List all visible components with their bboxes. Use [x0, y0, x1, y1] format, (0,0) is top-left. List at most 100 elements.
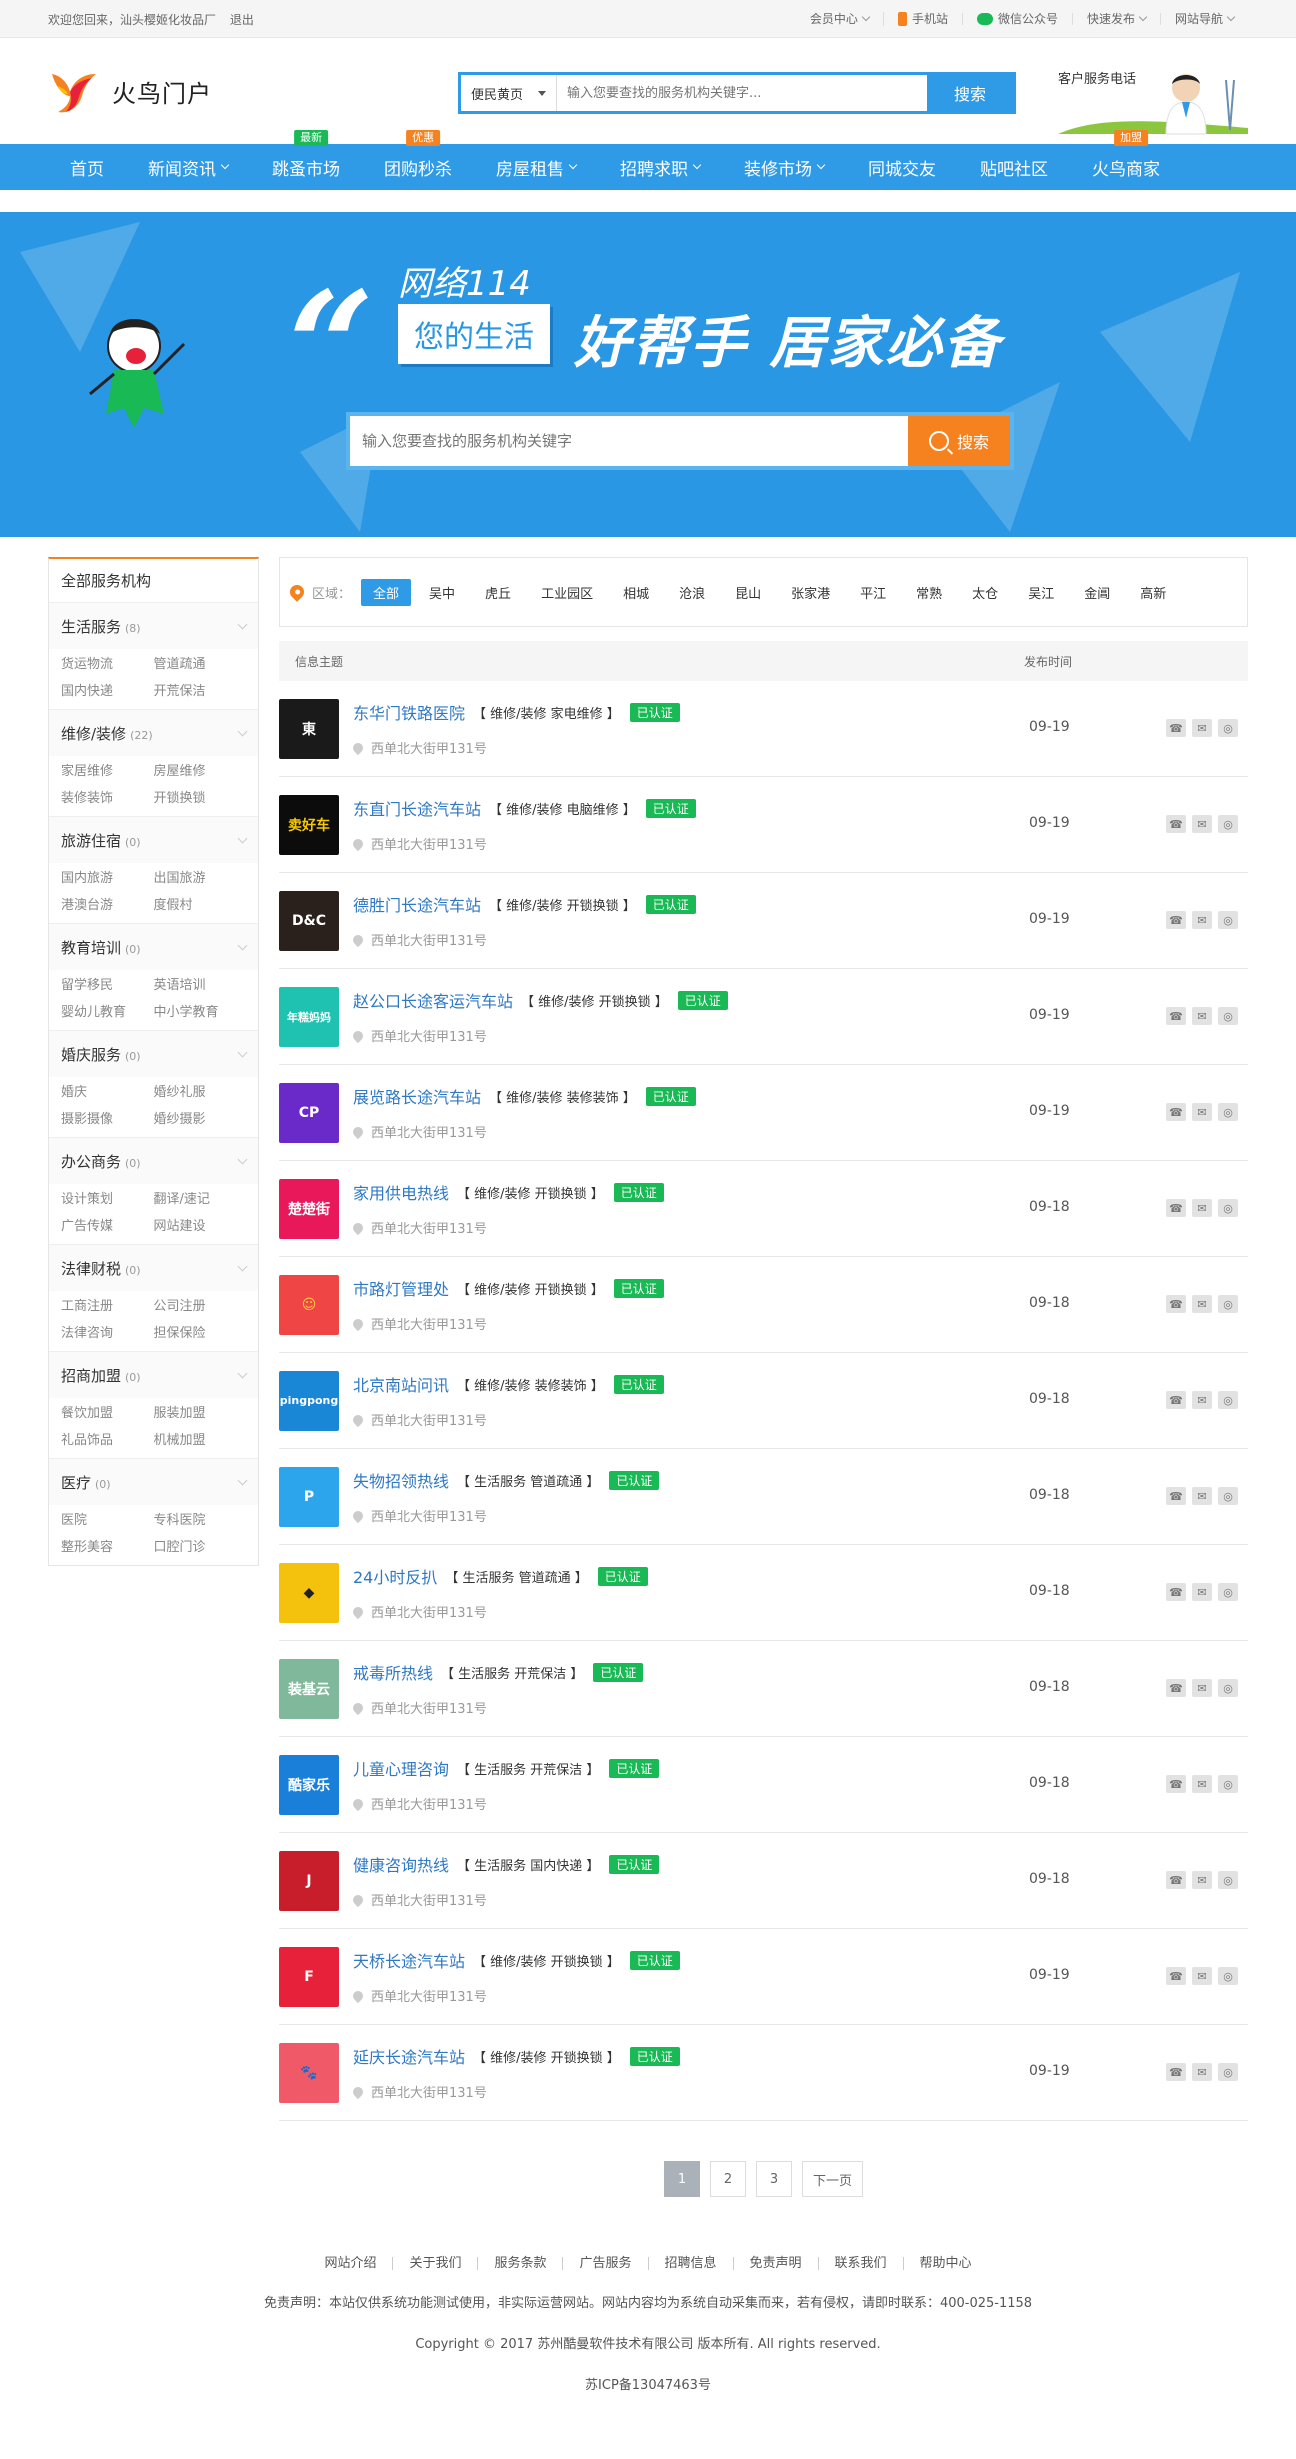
site-logo[interactable]: 火鸟门户 — [48, 66, 212, 116]
listing-name-link[interactable]: 展览路长途汽车站 — [353, 1084, 481, 1108]
nav-item-7[interactable]: 同城交友 — [846, 144, 958, 190]
sidebar-subcategory-link[interactable]: 家居维修 — [61, 760, 154, 779]
listing-name-link[interactable]: 延庆长途汽车站 — [353, 2044, 465, 2068]
sidebar-category-header[interactable]: 法律财税 (0) — [49, 1245, 258, 1291]
sidebar-subcategory-link[interactable]: 法律咨询 — [61, 1322, 154, 1341]
mail-icon[interactable]: ✉ — [1192, 1295, 1212, 1313]
phone-icon[interactable]: ☎ — [1166, 1871, 1186, 1889]
mail-icon[interactable]: ✉ — [1192, 1871, 1212, 1889]
sidebar-subcategory-link[interactable]: 装修装饰 — [61, 787, 154, 806]
search-category-select[interactable]: 便民黄页 — [461, 75, 557, 111]
listing-logo[interactable]: 卖好车 — [279, 794, 339, 855]
mail-icon[interactable]: ✉ — [1192, 1391, 1212, 1409]
sidebar-subcategory-link[interactable]: 管道疏通 — [154, 653, 247, 672]
listing-name-link[interactable]: 东华门铁路医院 — [353, 700, 465, 724]
footer-icp[interactable]: 苏ICP备13047463号 — [0, 2374, 1296, 2393]
area-option[interactable]: 虎丘 — [473, 579, 523, 606]
phone-icon[interactable]: ☎ — [1166, 815, 1186, 833]
area-option[interactable]: 全部 — [361, 578, 412, 606]
page-button[interactable]: 2 — [709, 2161, 746, 2197]
nav-item-0[interactable]: 首页 — [48, 144, 126, 190]
mail-icon[interactable]: ✉ — [1192, 1679, 1212, 1697]
chat-icon[interactable]: ◎ — [1218, 815, 1238, 833]
listing-name-link[interactable]: 东直门长途汽车站 — [353, 796, 481, 820]
sidebar-category-header[interactable]: 医疗 (0) — [49, 1459, 258, 1505]
area-option[interactable]: 平江 — [848, 579, 898, 606]
phone-icon[interactable]: ☎ — [1166, 2063, 1186, 2081]
mail-icon[interactable]: ✉ — [1192, 1967, 1212, 1985]
sidebar-subcategory-link[interactable]: 专科医院 — [154, 1509, 247, 1528]
chat-icon[interactable]: ◎ — [1218, 1391, 1238, 1409]
sidebar-subcategory-link[interactable]: 英语培训 — [154, 974, 247, 993]
next-page-button[interactable]: 下一页 — [801, 2161, 863, 2197]
listing-logo[interactable]: D&C — [279, 890, 339, 951]
nav-item-3[interactable]: 团购秒杀 优惠 — [362, 130, 474, 190]
phone-icon[interactable]: ☎ — [1166, 719, 1186, 737]
banner-search-button[interactable]: 搜索 — [908, 416, 1010, 466]
sidebar-category-header[interactable]: 旅游住宿 (0) — [49, 817, 258, 863]
sidebar-category-header[interactable]: 维修/装修 (22) — [49, 710, 258, 756]
area-option[interactable]: 金阊 — [1072, 579, 1122, 606]
area-option[interactable]: 吴中 — [417, 579, 467, 606]
sidebar-subcategory-link[interactable]: 设计策划 — [61, 1188, 154, 1207]
banner-search-input[interactable] — [350, 416, 908, 466]
area-option[interactable]: 相城 — [611, 579, 661, 606]
search-button[interactable]: 搜索 — [927, 75, 1013, 111]
footer-link[interactable]: 招聘信息 — [647, 2257, 733, 2270]
quick-publish-link[interactable]: 快速发布 — [1071, 12, 1160, 25]
chat-icon[interactable]: ◎ — [1218, 1583, 1238, 1601]
listing-logo[interactable]: J — [279, 1850, 339, 1911]
search-input[interactable] — [557, 75, 927, 111]
sidebar-subcategory-link[interactable]: 婚纱摄影 — [154, 1108, 247, 1127]
mail-icon[interactable]: ✉ — [1192, 1199, 1212, 1217]
listing-name-link[interactable]: 德胜门长途汽车站 — [353, 892, 481, 916]
area-option[interactable]: 沧浪 — [667, 579, 717, 606]
chat-icon[interactable]: ◎ — [1218, 1199, 1238, 1217]
sidebar-title[interactable]: 全部服务机构 — [49, 559, 258, 603]
sidebar-subcategory-link[interactable]: 留学移民 — [61, 974, 154, 993]
listing-logo[interactable]: 酷家乐 — [279, 1754, 339, 1815]
area-option[interactable]: 常熟 — [904, 579, 954, 606]
sidebar-subcategory-link[interactable]: 医院 — [61, 1509, 154, 1528]
phone-icon[interactable]: ☎ — [1166, 1967, 1186, 1985]
chat-icon[interactable]: ◎ — [1218, 1295, 1238, 1313]
listing-logo[interactable]: F — [279, 1946, 339, 2007]
chat-icon[interactable]: ◎ — [1218, 1103, 1238, 1121]
sidebar-category-header[interactable]: 教育培训 (0) — [49, 924, 258, 970]
mail-icon[interactable]: ✉ — [1192, 1007, 1212, 1025]
wechat-link[interactable]: 微信公众号 — [961, 13, 1072, 25]
sidebar-subcategory-link[interactable]: 港澳台游 — [61, 894, 154, 913]
listing-name-link[interactable]: 天桥长途汽车站 — [353, 1948, 465, 1972]
sidebar-subcategory-link[interactable]: 开锁换锁 — [154, 787, 247, 806]
area-option[interactable]: 吴江 — [1016, 579, 1066, 606]
sidebar-subcategory-link[interactable]: 担保保险 — [154, 1322, 247, 1341]
mail-icon[interactable]: ✉ — [1192, 2063, 1212, 2081]
sidebar-subcategory-link[interactable]: 房屋维修 — [154, 760, 247, 779]
footer-link[interactable]: 免责声明 — [732, 2257, 818, 2270]
sidebar-subcategory-link[interactable]: 网站建设 — [154, 1215, 247, 1234]
sidebar-subcategory-link[interactable]: 婴幼儿教育 — [61, 1001, 154, 1020]
phone-icon[interactable]: ☎ — [1166, 1583, 1186, 1601]
sidebar-subcategory-link[interactable]: 翻译/速记 — [154, 1188, 247, 1207]
listing-logo[interactable]: 🐾 — [279, 2042, 339, 2103]
site-nav-link[interactable]: 网站导航 — [1159, 12, 1248, 25]
phone-icon[interactable]: ☎ — [1166, 1295, 1186, 1313]
nav-item-5[interactable]: 招聘求职 — [598, 144, 722, 190]
mail-icon[interactable]: ✉ — [1192, 1103, 1212, 1121]
listing-name-link[interactable]: 健康咨询热线 — [353, 1852, 449, 1876]
listing-name-link[interactable]: 北京南站问讯 — [353, 1372, 449, 1396]
listing-name-link[interactable]: 市路灯管理处 — [353, 1276, 449, 1300]
listing-name-link[interactable]: 家用供电热线 — [353, 1180, 449, 1204]
sidebar-subcategory-link[interactable]: 服装加盟 — [154, 1402, 247, 1421]
listing-name-link[interactable]: 24小时反扒 — [353, 1564, 437, 1588]
logout-link[interactable]: 退出 — [230, 13, 254, 27]
listing-logo[interactable]: CP — [279, 1082, 339, 1143]
sidebar-subcategory-link[interactable]: 国内快递 — [61, 680, 154, 699]
footer-link[interactable]: 广告服务 — [562, 2257, 647, 2270]
footer-link[interactable]: 联系我们 — [817, 2257, 903, 2270]
sidebar-subcategory-link[interactable]: 整形美容 — [61, 1536, 154, 1555]
sidebar-subcategory-link[interactable]: 开荒保洁 — [154, 680, 247, 699]
nav-item-8[interactable]: 贴吧社区 — [958, 144, 1070, 190]
listing-logo[interactable]: ☺ — [279, 1274, 339, 1335]
listing-name-link[interactable]: 赵公口长途客运汽车站 — [353, 988, 513, 1012]
